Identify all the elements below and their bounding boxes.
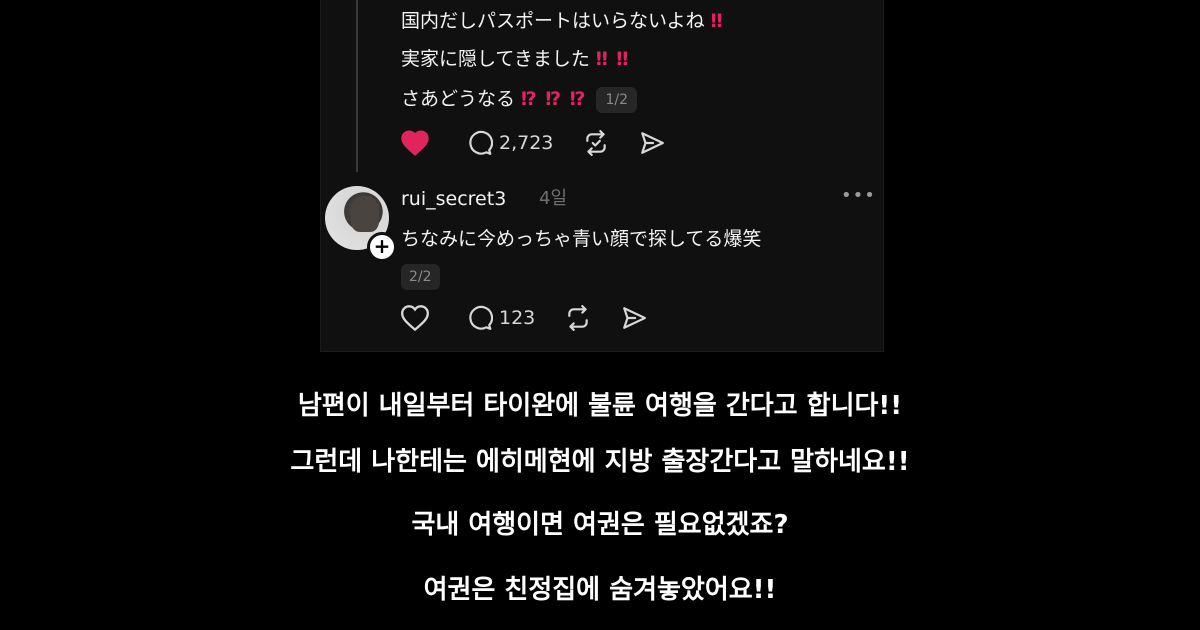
thread-page-badge: 1/2: [596, 86, 638, 113]
comment-icon: [469, 130, 493, 155]
post-text-line-3: さあどうなる ⁉ ⁉ ⁉ 1/2: [401, 86, 638, 113]
threads-post-card: 国内だしパスポートはいらないよね ‼ 実家に隠してきました ‼ ‼ さあどうなる ⁉ …: [320, 0, 884, 352]
comment-button[interactable]: 2,723: [467, 130, 553, 156]
exclamation-mark: ‼: [710, 10, 724, 32]
share-button[interactable]: [621, 305, 647, 331]
caption-line-2: 그런데 나한테는 에히메현에 지방 출장간다고 말하네요!!: [290, 447, 910, 477]
share-button[interactable]: [639, 130, 665, 156]
reply-text: ちなみに今めっちゃ青い顔で探してる爆笑: [401, 228, 762, 250]
heart-icon: [401, 130, 429, 156]
share-icon: [641, 132, 665, 154]
comment-count: 2,723: [499, 132, 554, 154]
plus-icon[interactable]: +: [367, 232, 397, 262]
reply-timestamp: 4일: [539, 188, 568, 209]
repost-icon: [586, 130, 607, 156]
reply-actions: 123: [401, 303, 647, 333]
post-line-text: さあどうなる: [401, 88, 516, 110]
comment-count: 123: [499, 307, 536, 329]
post-text-line-2: 実家に隠してきました ‼ ‼: [401, 46, 629, 72]
like-button[interactable]: [401, 305, 429, 331]
reply-username[interactable]: rui_secret3: [401, 186, 506, 212]
post-text-line-1: 国内だしパスポートはいらないよね ‼: [401, 8, 724, 34]
caption-line-4: 여권은 친정집에 숨겨놓았어요!!: [423, 575, 777, 605]
repost-button[interactable]: [583, 130, 609, 156]
comment-icon: [469, 305, 493, 330]
caption-line-3: 국내 여행이면 여권은 필요없겠죠?: [411, 510, 789, 540]
comment-button[interactable]: 123: [467, 305, 535, 331]
repost-button[interactable]: [565, 305, 591, 331]
post-line-text: 実家に隠してきました: [401, 48, 590, 70]
caption-line-1: 남편이 내일부터 타이완에 불륜 여행을 간다고 합니다!!: [297, 391, 903, 421]
exclamation-mark: ‼ ‼: [595, 48, 630, 70]
heart-icon: [401, 305, 429, 331]
interrobang-mark: ⁉ ⁉ ⁉: [521, 88, 587, 110]
share-icon: [623, 307, 647, 329]
repost-icon: [568, 305, 589, 331]
thread-connector-line: [356, 0, 358, 172]
like-button[interactable]: [401, 130, 429, 156]
more-icon[interactable]: •••: [841, 186, 876, 206]
post-line-text: 国内だしパスポートはいらないよね: [401, 10, 705, 32]
page: 国内だしパスポートはいらないよね ‼ 実家に隠してきました ‼ ‼ さあどうなる ⁉ …: [0, 0, 1200, 630]
reply-page-badge: 2/2: [401, 264, 440, 290]
post-actions: 2,723: [401, 128, 665, 158]
